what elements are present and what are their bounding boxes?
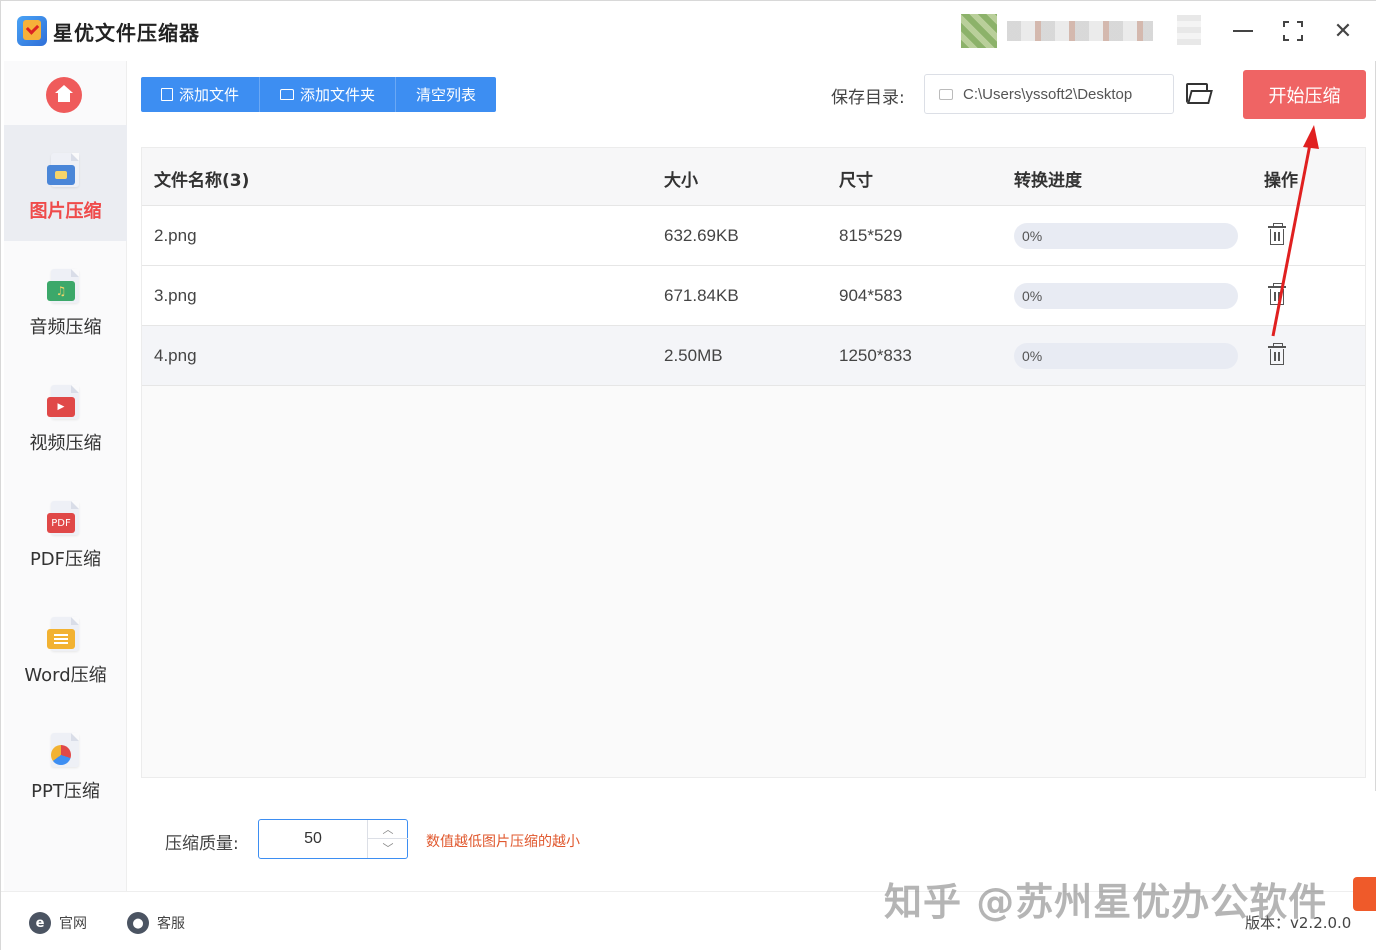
sidebar-item-label: PPT压缩	[31, 781, 100, 802]
progress-bar: 0%	[1014, 223, 1238, 249]
close-icon: ✕	[1333, 18, 1353, 44]
header-filename: 文件名称(3)	[154, 171, 250, 191]
add-folder-button[interactable]: 添加文件夹	[260, 77, 397, 112]
delete-icon[interactable]	[1268, 283, 1286, 306]
file-toolbar: 添加文件 添加文件夹 清空列表	[141, 77, 1277, 117]
sidebar-item-pdf-compress[interactable]: PDF PDF压缩	[4, 473, 127, 589]
quality-stepper[interactable]: 50 ︿ ﹀	[258, 819, 408, 859]
header-dimensions: 尺寸	[839, 171, 873, 191]
arrow-head	[1303, 125, 1319, 149]
maximize-button[interactable]	[1277, 15, 1309, 47]
file-dimensions: 1250*833	[839, 346, 912, 365]
app-title: 星优文件压缩器	[53, 21, 200, 45]
sidebar-item-label: PDF压缩	[29, 549, 102, 570]
progress-text: 0%	[1022, 288, 1043, 304]
sidebar-item-ppt-compress[interactable]: PPT压缩	[4, 705, 127, 821]
chat-icon: ●	[127, 912, 149, 934]
maximize-icon	[1283, 21, 1303, 41]
website-link[interactable]: e 官网	[29, 912, 87, 934]
progress-text: 0%	[1022, 228, 1043, 244]
close-button[interactable]: ✕	[1327, 15, 1359, 47]
sidebar-item-label: 视频压缩	[29, 433, 102, 454]
sidebar-item-label: Word压缩	[24, 665, 107, 686]
pdf-badge: PDF	[47, 513, 75, 533]
chevron-up-icon: ︿	[382, 823, 394, 836]
quality-hint: 数值越低图片压缩的越小	[426, 834, 580, 850]
file-name: 4.png	[154, 346, 197, 365]
sidebar-item-video-compress[interactable]: ▶ 视频压缩	[4, 357, 127, 473]
decrement-button[interactable]: ﹀	[368, 839, 408, 858]
website-label: 官网	[59, 916, 87, 932]
sidebar-item-image-compress[interactable]: 图片压缩	[4, 125, 127, 241]
user-menu-blurred[interactable]	[1177, 15, 1201, 45]
quality-label: 压缩质量:	[165, 834, 239, 854]
file-name: 2.png	[154, 226, 197, 245]
file-icon	[161, 88, 173, 101]
user-name-blurred[interactable]	[1007, 21, 1153, 41]
save-directory-field[interactable]: C:\Users\yssoft2\Desktop	[924, 74, 1174, 114]
folder-icon	[939, 88, 953, 100]
folder-icon	[280, 89, 295, 100]
delete-icon[interactable]	[1268, 343, 1286, 366]
add-folder-label: 添加文件夹	[300, 86, 376, 104]
sidebar-item-label: 音频压缩	[29, 317, 102, 338]
support-link[interactable]: ● 客服	[127, 912, 185, 934]
file-dimensions: 815*529	[839, 226, 903, 245]
table-row[interactable]: 2.png 632.69KB 815*529 0%	[142, 206, 1365, 266]
chevron-down-icon: ﹀	[382, 842, 394, 855]
home-icon	[55, 85, 73, 102]
add-file-button[interactable]: 添加文件	[141, 77, 261, 112]
file-size: 2.50MB	[664, 346, 723, 365]
clear-list-button[interactable]: 清空列表	[396, 77, 1277, 117]
image-file-icon	[47, 153, 83, 189]
file-size: 632.69KB	[664, 226, 739, 245]
sidebar: 图片压缩 ♫ 音频压缩 ▶ 视频压缩 PDF PDF压缩 Word压缩 PPT压…	[4, 61, 127, 891]
delete-icon[interactable]	[1268, 223, 1286, 246]
video-file-icon: ▶	[47, 385, 83, 421]
add-file-label: 添加文件	[179, 86, 240, 104]
save-directory-value: C:\Users\yssoft2\Desktop	[963, 85, 1133, 103]
home-button[interactable]	[46, 77, 82, 113]
progress-bar: 0%	[1014, 283, 1238, 309]
start-compress-button[interactable]: 开始压缩	[1243, 70, 1366, 119]
watermark-logo	[1353, 877, 1376, 911]
header-actions: 操作	[1264, 171, 1298, 191]
file-size: 671.84KB	[664, 286, 739, 305]
audio-file-icon: ♫	[47, 269, 83, 305]
word-file-icon	[47, 617, 83, 653]
sidebar-item-word-compress[interactable]: Word压缩	[4, 589, 127, 705]
progress-text: 0%	[1022, 348, 1043, 364]
title-bar: 星优文件压缩器 ✕	[1, 1, 1376, 61]
ppt-file-icon	[47, 733, 83, 769]
sidebar-item-audio-compress[interactable]: ♫ 音频压缩	[4, 241, 127, 357]
header-progress: 转换进度	[1014, 171, 1082, 191]
table-header: 文件名称(3) 大小 尺寸 转换进度 操作	[142, 148, 1365, 206]
support-label: 客服	[157, 916, 185, 932]
file-dimensions: 904*583	[839, 286, 903, 305]
save-directory-label: 保存目录:	[831, 88, 905, 108]
file-name: 3.png	[154, 286, 197, 305]
table-row[interactable]: 3.png 671.84KB 904*583 0%	[142, 266, 1365, 326]
progress-bar: 0%	[1014, 343, 1238, 369]
file-table: 文件名称(3) 大小 尺寸 转换进度 操作 2.png 632.69KB 815…	[141, 147, 1366, 778]
user-avatar[interactable]	[961, 14, 997, 48]
header-size: 大小	[664, 171, 698, 191]
sidebar-item-label: 图片压缩	[29, 201, 102, 222]
app-logo-icon	[17, 16, 47, 46]
browser-icon: e	[29, 912, 51, 934]
pdf-file-icon: PDF	[47, 501, 83, 537]
minimize-button[interactable]	[1227, 15, 1259, 47]
stepper-controls: ︿ ﹀	[367, 820, 408, 858]
quality-value[interactable]: 50	[259, 830, 367, 848]
increment-button[interactable]: ︿	[368, 820, 408, 839]
clear-list-label: 清空列表	[416, 86, 477, 104]
table-row[interactable]: 4.png 2.50MB 1250*833 0%	[142, 326, 1365, 386]
app-window: 星优文件压缩器 ✕ 图片压缩 ♫ 音频压缩 ▶ 视频压缩 PDF PDF压缩 W…	[0, 0, 1376, 951]
open-folder-icon[interactable]	[1186, 83, 1213, 105]
minimize-icon	[1233, 30, 1253, 32]
watermark: 知乎 @苏州星优办公软件	[884, 880, 1328, 924]
